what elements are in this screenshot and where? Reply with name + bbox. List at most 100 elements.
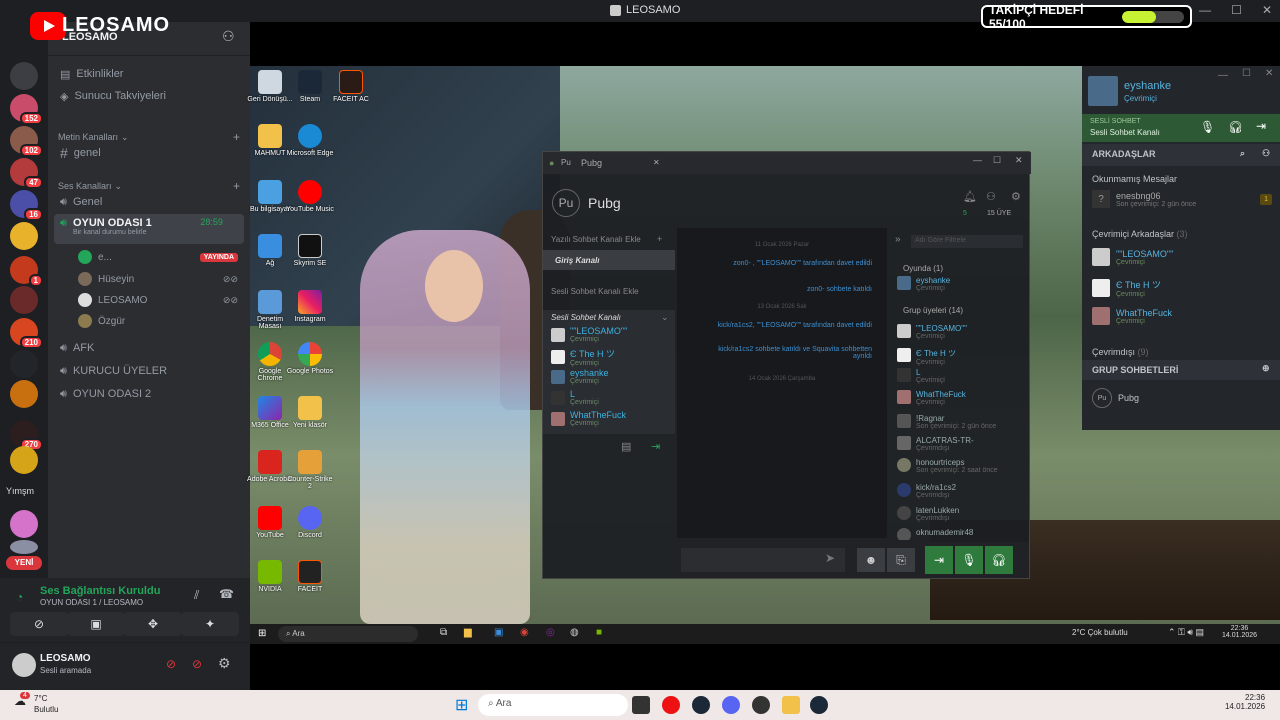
add-channel-icon[interactable]: + <box>233 179 240 193</box>
bell-icon[interactable]: 🔔︎ <box>963 190 977 203</box>
soundboard-button[interactable]: ✦ <box>181 612 239 636</box>
search-icon[interactable]: ⌕ <box>1240 148 1245 159</box>
voice-channel-afk[interactable]: 🔊︎ AFK <box>54 338 244 358</box>
add-channel-icon[interactable]: + <box>233 130 240 144</box>
friends-user-name[interactable]: eyshanke <box>1124 80 1171 92</box>
minimize-icon[interactable]: — <box>1218 70 1228 81</box>
minimize-icon[interactable]: — <box>1199 3 1211 17</box>
desktop-icon-discord[interactable]: Discord <box>286 506 334 539</box>
voice-channel-label[interactable]: Sesli Sohbet Kanalı <box>551 313 621 322</box>
close-icon[interactable]: ✕ <box>1262 3 1272 17</box>
add-voice-channel[interactable]: Sesli Sohbet Kanalı Ekle <box>551 287 639 296</box>
clock[interactable]: 22:36 14.01.2026 <box>1225 693 1265 711</box>
voice-member[interactable]: Є The H ツ Çevrimiçi <box>551 347 671 367</box>
desktop-icon-youtube-music[interactable]: YouTube Music <box>286 180 334 213</box>
emoji-button[interactable]: ☻ <box>857 548 885 572</box>
member-row[interactable]: kick/ra1cs2 Çevrimdışı <box>897 483 1027 499</box>
windows-start-icon[interactable]: ⊞ <box>455 695 468 715</box>
leave-voice-icon[interactable]: ⇥ <box>651 440 660 453</box>
member-row[interactable]: ""LEOSAMO"" Çevrimiçi <box>897 324 1027 340</box>
chevron-down-icon[interactable]: ⌄ <box>661 312 669 323</box>
desktop-icon-new-folder[interactable]: Yeni klasör <box>286 396 334 429</box>
unread-row[interactable]: ? enesbng06 Son çevrimiçi: 2 gün önce 1 <box>1092 190 1272 208</box>
add-member-icon[interactable]: ⚇ <box>222 28 235 45</box>
member-row[interactable]: honourtriceps Son çevrimiçi: 2 saat önce <box>897 458 1027 474</box>
member-search[interactable]: Adı Göre Filtrele <box>911 235 1023 248</box>
server-icon[interactable] <box>10 380 38 408</box>
disconnect-icon[interactable]: ☎ <box>219 587 234 601</box>
attach-button[interactable]: ⎘ <box>887 548 915 572</box>
add-member-icon[interactable]: ⚇ <box>986 190 996 203</box>
mic-muted-icon[interactable]: ⊘ <box>166 657 176 671</box>
screen-share-button[interactable]: ▣ <box>67 612 125 636</box>
steam-icon[interactable] <box>692 696 710 714</box>
voice-channel-oyun-odasi-1[interactable]: 🔊︎ OYUN ODASI 1 28:59 Bir kanal durumu be… <box>54 214 244 244</box>
tray-icons[interactable]: ⌃ ⚿ 🔊︎ ▤ <box>1168 627 1204 638</box>
steam-icon[interactable]: ◍ <box>570 627 579 638</box>
offline-friends-header[interactable]: Çevrimdışı (9) <box>1092 347 1149 357</box>
add-friend-icon[interactable]: ⚇ <box>1262 148 1270 159</box>
voice-member[interactable]: eyshanke Çevrimiçi <box>551 368 671 385</box>
desktop-icon-instagram[interactable]: Instagram <box>286 290 334 323</box>
desktop-icon-faceit[interactable]: FACEIT <box>286 560 334 593</box>
steam-icon[interactable] <box>810 696 828 714</box>
noise-suppression-icon[interactable]: ⫽ <box>194 588 199 603</box>
file-explorer-icon[interactable]: ▆ <box>464 627 472 638</box>
server-icon[interactable]: 1 <box>10 256 43 287</box>
desktop-icon-google-photos[interactable]: Google Photos <box>286 342 334 375</box>
friend-row[interactable]: Є The H ツ Çevrimiçi <box>1092 278 1272 298</box>
voice-channel-genel[interactable]: 🔊︎ Genel <box>54 192 244 212</box>
activities-button[interactable]: ✥ <box>124 612 182 636</box>
windows-icon[interactable]: ⊞ <box>258 628 266 639</box>
voice-category[interactable]: Ses Kanalları ⌄ + <box>58 179 240 193</box>
close-icon[interactable]: ✕ <box>1015 155 1023 166</box>
plus-icon[interactable]: ⊕ <box>1262 363 1270 374</box>
obs-icon[interactable] <box>752 696 770 714</box>
maximize-icon[interactable]: ☐ <box>993 155 1001 166</box>
headphones-icon[interactable]: 🎧︎ <box>1228 120 1243 134</box>
server-icon[interactable] <box>10 350 38 378</box>
events-link[interactable]: ▤ Etkinlikler <box>54 64 244 84</box>
inner-search-box[interactable]: ⌕ Ara <box>278 626 418 642</box>
collapse-icon[interactable]: » <box>895 234 901 245</box>
nvidia-icon[interactable]: ■ <box>596 627 602 638</box>
tab-pubg[interactable]: Pubg <box>581 158 602 168</box>
headphones-button[interactable]: 🎧︎ <box>985 546 1013 574</box>
server-icon[interactable] <box>10 286 38 314</box>
server-icon[interactable] <box>10 446 38 474</box>
new-badge[interactable]: YENİ <box>6 556 42 570</box>
store-icon[interactable]: ▣ <box>494 627 503 638</box>
camera-off-button[interactable]: ⊘ <box>10 612 68 636</box>
desktop-icon-skyrim[interactable]: Skyrim SE <box>286 234 334 267</box>
server-icon[interactable]: 16 <box>10 190 43 221</box>
leave-voice-button[interactable]: ⇥ <box>925 546 953 574</box>
desktop-icon-cs2[interactable]: Counter-Strike 2 <box>286 450 334 490</box>
desktop-icon-edge[interactable]: Microsoft Edge <box>286 124 334 157</box>
inner-weather[interactable]: 2°C Çok bulutlu <box>1072 628 1128 637</box>
add-text-channel[interactable]: Yazılı Sohbet Kanalı Ekle <box>551 235 641 244</box>
server-icon[interactable]: 210 <box>10 318 43 349</box>
channel-genel[interactable]: # genel <box>54 143 244 163</box>
opera-icon[interactable] <box>662 696 680 714</box>
member-row[interactable]: L Çevrimiçi <box>897 368 1027 384</box>
maximize-icon[interactable]: ☐ <box>1231 3 1242 17</box>
server-icon[interactable]: 270 <box>10 420 43 451</box>
server-icon[interactable] <box>10 510 38 538</box>
gear-icon[interactable]: ⚙ <box>1011 190 1021 203</box>
entry-channel[interactable]: Giriş Kanalı <box>543 250 675 270</box>
member-row[interactable]: oknumademir48 <box>897 528 1027 540</box>
plus-icon[interactable]: + <box>657 234 662 244</box>
group-chat-row[interactable]: Pu Pubg <box>1092 388 1272 408</box>
mic-button[interactable]: 🎙︎ <box>955 546 983 574</box>
voice-member[interactable]: LEOSAMO ⊘⊘ <box>78 293 238 307</box>
voice-member[interactable]: Hüseyin ⊘⊘ <box>78 272 238 286</box>
taskbar-search[interactable]: ⌕ Ara <box>478 694 628 716</box>
close-icon[interactable]: ✕ <box>1265 68 1273 79</box>
boosts-link[interactable]: ◈ Sunucu Takviyeleri <box>54 86 244 106</box>
minimize-icon[interactable]: — <box>973 155 982 165</box>
server-icon[interactable]: 152 <box>10 94 43 125</box>
calendar-icon[interactable]: ▤ <box>621 440 631 453</box>
voice-member[interactable]: e... YAYINDA <box>78 250 238 264</box>
task-view-icon[interactable] <box>632 696 650 714</box>
chat-input[interactable] <box>681 548 845 572</box>
